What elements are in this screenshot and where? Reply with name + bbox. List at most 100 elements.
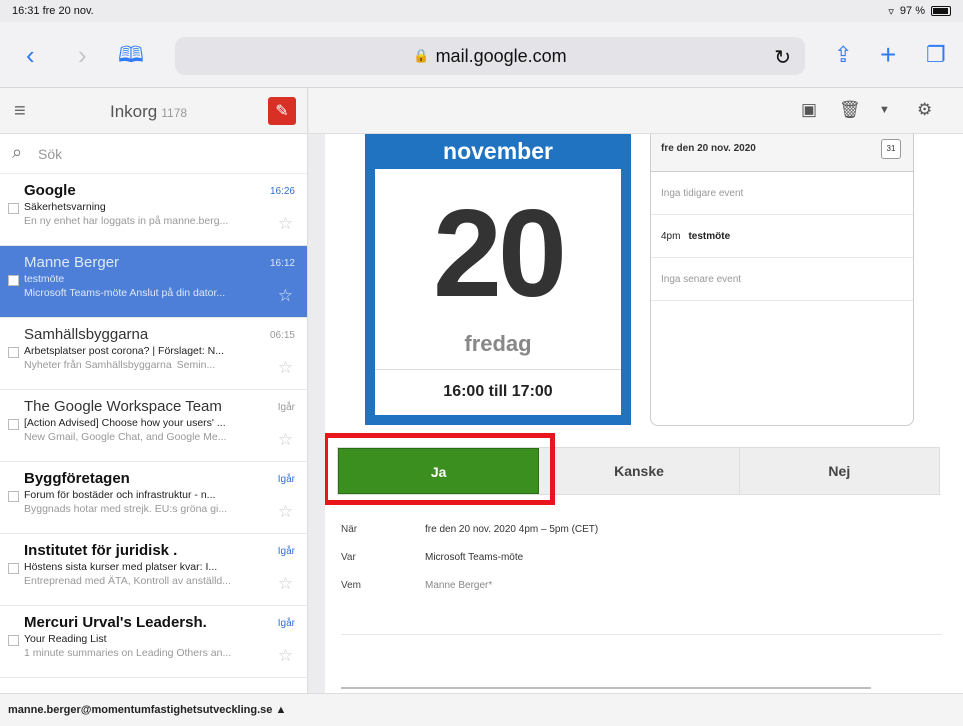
email-snippet: Entreprenad med ÄTA, Kontroll av anställ… (24, 575, 231, 587)
trash-icon[interactable]: 🗑 (839, 100, 861, 120)
calendar-weekday: fredag (464, 331, 532, 356)
star-icon[interactable]: ☆ (278, 574, 293, 594)
email-sender: Manne Berger (24, 254, 120, 271)
email-checkbox[interactable] (8, 563, 19, 574)
detail-when-label: När (341, 524, 358, 535)
email-snippet: Byggnads hotar med strejk. EU:s gröna gi… (24, 503, 228, 515)
divider (341, 687, 871, 689)
email-snippet: 1 minute summaries on Leading Others an.… (24, 647, 232, 659)
divider (341, 634, 941, 635)
bookmarks-icon[interactable]: 🕮 (118, 42, 144, 68)
email-sender: Byggföretagen (24, 470, 130, 487)
email-subject: Arbetsplatser post corona? | Förslaget: … (24, 345, 224, 357)
menu-icon[interactable]: ≡ (14, 100, 26, 123)
search-placeholder: Sök (38, 146, 63, 162)
detail-who-label: Vem (341, 580, 362, 591)
more-dropdown-icon[interactable]: ▼ (879, 104, 890, 116)
account-footer: manne.berger@momentumfastighetsutvecklin… (0, 693, 963, 726)
email-snippet: Microsoft Teams-möte Anslut på din dator… (24, 287, 226, 299)
star-icon[interactable]: ☆ (278, 214, 293, 234)
browser-toolbar: ‹ › 🕮 🔒 mail.google.com ↻ ⇪ + ❐ (0, 22, 963, 88)
inbox-label: Inkorg (110, 102, 158, 121)
star-icon[interactable]: ☆ (278, 358, 293, 378)
address-bar[interactable]: 🔒 mail.google.com ↻ (175, 37, 805, 75)
battery-level: 97 % (899, 5, 925, 17)
settings-gear-icon[interactable]: ⚙ (917, 100, 932, 120)
email-time: 06:15 (269, 330, 295, 341)
reload-icon[interactable]: ↻ (774, 45, 791, 70)
email-snippet: En ny enhet har loggats in på manne.berg… (24, 215, 229, 227)
status-indicators: ▿ 97 % (888, 5, 951, 18)
email-row[interactable]: Institutet för juridisk . Igår Höstens sis… (0, 534, 307, 606)
email-row[interactable]: Byggföretagen Igår Forum för bostäder och … (0, 462, 307, 534)
email-subject: testmöte (24, 273, 65, 285)
archive-icon[interactable]: ▣ (801, 100, 817, 120)
inbox-header: ≡ Inkorg 1178 ✎ (0, 88, 307, 134)
event-details: När fre den 20 nov. 2020 4pm – 5pm (CET)… (341, 524, 598, 608)
search-icon: ⌕ (12, 142, 23, 162)
calendar-month: november (443, 138, 553, 164)
inbox-sidebar: ≡ Inkorg 1178 ✎ ⌕ Sök Google 16:26 Säkerhet… (0, 88, 308, 693)
agenda-after: Inga senare event (651, 258, 913, 301)
email-checkbox[interactable] (8, 635, 19, 646)
email-checkbox[interactable] (8, 203, 19, 214)
star-icon[interactable]: ☆ (278, 430, 293, 450)
agenda-panel: fre den 20 nov. 2020 31 Inga tidigare ev… (650, 134, 914, 426)
email-row[interactable]: The Google Workspace Team Igår [Action Adv… (0, 390, 307, 462)
event-time-range: 16:00 till 17:00 (375, 369, 621, 415)
email-row[interactable]: Google 16:26 Säkerhetsvarning En ny enhet h… (0, 174, 307, 246)
detail-who-value: Manne Berger* (425, 580, 493, 591)
search-bar[interactable]: ⌕ Sök (0, 134, 307, 174)
email-time: Igår (277, 474, 295, 485)
email-subject: Höstens sista kurser med platser kvar: I… (24, 561, 218, 573)
agenda-before: Inga tidigare event (651, 172, 913, 215)
email-time: 16:26 (269, 186, 295, 197)
email-row[interactable]: Manne Berger 16:12 testmöte Microsoft Teams… (0, 246, 307, 318)
calendar-day: 20 (433, 185, 567, 323)
calendar-card: november 20 fredag 16:00 till 17:00 (365, 134, 631, 425)
email-sender: Mercuri Urval's Leadersh. (24, 614, 207, 631)
star-icon[interactable]: ☆ (278, 646, 293, 666)
highlight-box (325, 433, 555, 505)
email-subject: Your Reading List (24, 633, 107, 645)
detail-who: Vem Manne Berger* (341, 580, 598, 608)
battery-icon (931, 6, 951, 16)
email-snippet: Nyheter från Samhällsbyggarna Semin... (24, 359, 216, 371)
back-icon[interactable]: ‹ (26, 42, 35, 68)
detail-where: Var Microsoft Teams-möte (341, 552, 598, 580)
email-subject: Forum för bostäder och infrastruktur - n… (24, 489, 216, 501)
forward-icon[interactable]: › (78, 42, 87, 68)
rsvp-no-button[interactable]: Nej (740, 448, 939, 494)
agenda-event-title: testmöte (688, 231, 731, 242)
email-checkbox[interactable] (8, 347, 19, 358)
share-icon[interactable]: ⇪ (834, 42, 852, 68)
detail-where-value: Microsoft Teams-möte (425, 552, 524, 563)
star-icon[interactable]: ☆ (278, 502, 293, 522)
email-checkbox[interactable] (8, 419, 19, 430)
status-bar: 16:31 fre 20 nov. ▿ 97 % (0, 0, 963, 22)
new-tab-icon[interactable]: + (880, 41, 896, 69)
email-sender: Google (24, 182, 76, 199)
email-time: 16:12 (269, 258, 295, 269)
calendar-body: 20 fredag 16:00 till 17:00 (375, 169, 621, 415)
tabs-icon[interactable]: ❐ (926, 42, 946, 68)
detail-where-label: Var (341, 552, 356, 563)
message-toolbar: ▣ 🗑 ▼ ⚙ (309, 88, 963, 134)
agenda-event-time: 4pm (661, 231, 681, 242)
email-row[interactable]: Mercuri Urval's Leadersh. Igår Your Readin… (0, 606, 307, 678)
email-time: Igår (277, 546, 295, 557)
detail-when-value: fre den 20 nov. 2020 4pm – 5pm (CET) (425, 524, 599, 535)
agenda-header: fre den 20 nov. 2020 31 (651, 134, 913, 172)
account-switcher[interactable]: manne.berger@momentumfastighetsutvecklin… (8, 704, 286, 716)
email-sender: Institutet för juridisk . (24, 542, 178, 559)
star-icon[interactable]: ☆ (278, 286, 293, 306)
agenda-event[interactable]: 4pm testmöte (651, 215, 913, 258)
email-checkbox[interactable] (8, 275, 19, 286)
email-subject: Säkerhetsvarning (24, 201, 106, 213)
email-checkbox[interactable] (8, 491, 19, 502)
email-time: Igår (277, 618, 295, 629)
calendar-icon[interactable]: 31 (881, 139, 901, 159)
rsvp-maybe-button[interactable]: Kanske (539, 448, 740, 494)
email-row[interactable]: Samhällsbyggarna 06:15 Arbetsplatser post … (0, 318, 307, 390)
compose-button[interactable]: ✎ (268, 97, 296, 125)
